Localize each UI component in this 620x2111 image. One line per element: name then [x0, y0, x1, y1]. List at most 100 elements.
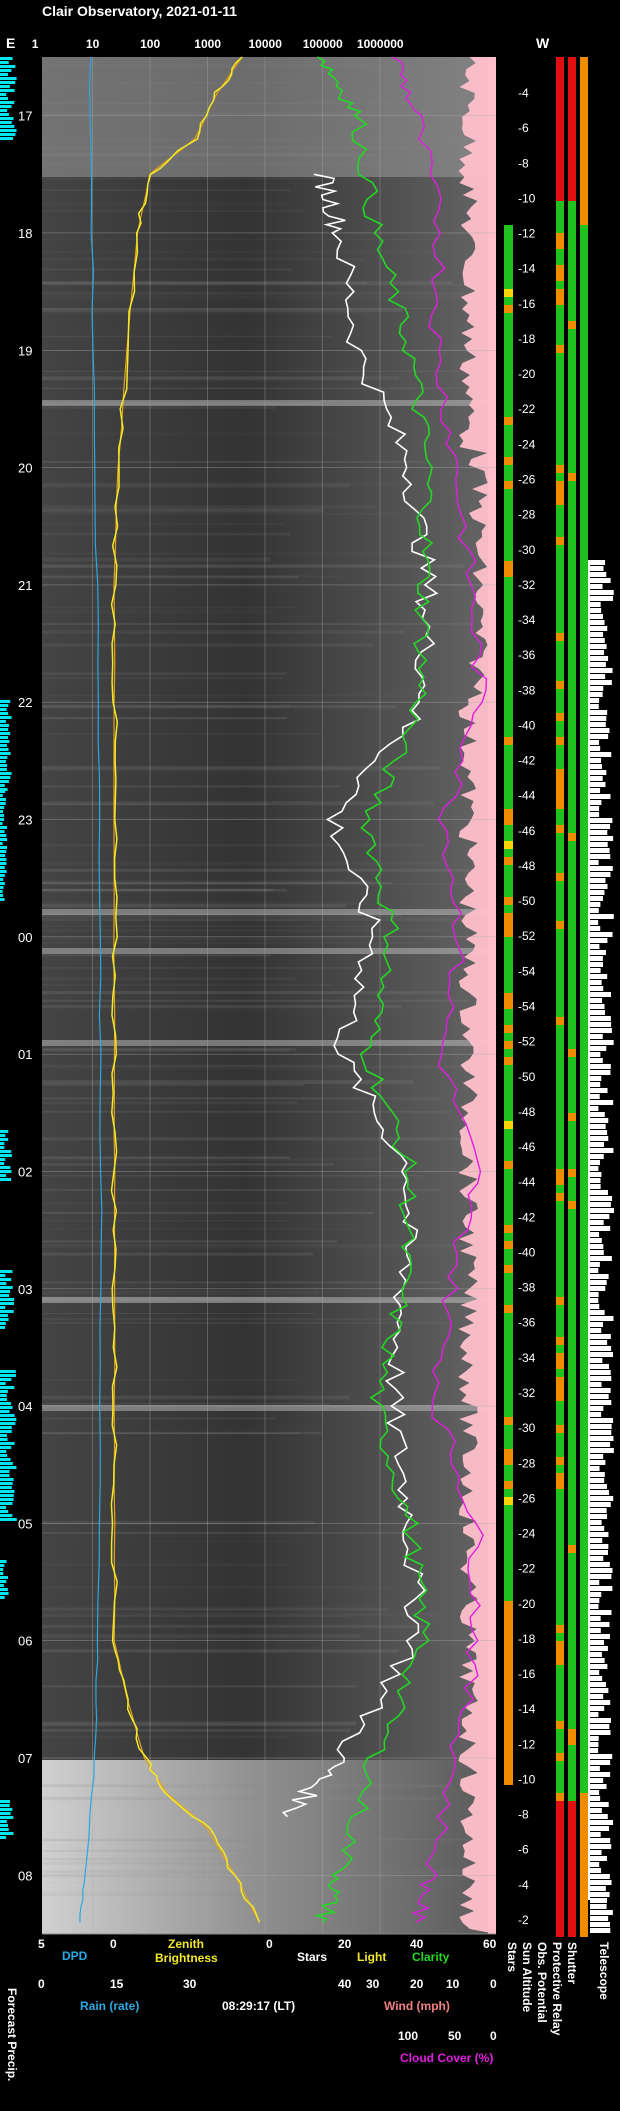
- shutter-cell: [580, 1593, 588, 1601]
- stars-cell: [504, 913, 513, 921]
- telescope-bar: [590, 902, 601, 907]
- obs-cell: [556, 1185, 564, 1193]
- shutter-cell: [580, 681, 588, 689]
- obs-cell: [556, 89, 564, 97]
- stars-cell: [504, 585, 513, 593]
- shutter-cell: [580, 585, 588, 593]
- precip-bar: [0, 1446, 12, 1449]
- stars-cell: [504, 1705, 513, 1713]
- stars-cell: [504, 1065, 513, 1073]
- telescope-bar: [590, 1640, 604, 1645]
- telescope-bar: [590, 650, 605, 655]
- shutter-cell: [580, 225, 588, 233]
- telescope-bar: [590, 1412, 602, 1417]
- relay-cell: [568, 1129, 576, 1137]
- relay-cell: [568, 1641, 576, 1649]
- stars-cell: [504, 697, 513, 705]
- shutter-cell: [580, 865, 588, 873]
- precip-bar: [0, 1836, 7, 1839]
- relay-cell: [568, 369, 576, 377]
- obs-cell: [556, 1753, 564, 1761]
- bottom-axes: 5 00 15 300 20 40 6040 30 20 10 0100 50 0 DPD Rain (…: [38, 1933, 497, 2065]
- obs-cell: [556, 1009, 564, 1017]
- telescope-bar: [590, 1280, 607, 1285]
- shutter-cell: [580, 1425, 588, 1433]
- stars-cell: [504, 985, 513, 993]
- telescope-bar: [590, 926, 601, 931]
- shutter-cell: [580, 1865, 588, 1873]
- telescope-bar: [590, 1760, 611, 1765]
- telescope-bar: [590, 1454, 604, 1459]
- shutter-cell: [580, 1673, 588, 1681]
- telescope-bar: [590, 1778, 604, 1783]
- relay-cell: [568, 585, 576, 593]
- obs-cell: [556, 1241, 564, 1249]
- telescope-bar: [590, 1106, 599, 1111]
- sun-altitude-label: -40: [518, 1245, 536, 1259]
- obs-cell: [556, 1033, 564, 1041]
- relay-cell: [568, 57, 576, 65]
- relay-cell: [568, 1161, 576, 1169]
- relay-cell: [568, 705, 576, 713]
- precip-bar: [0, 794, 3, 797]
- stars-cell: [504, 681, 513, 689]
- precip-bar: [0, 1370, 16, 1373]
- shutter-cell: [580, 1601, 588, 1609]
- telescope-bar: [590, 1496, 614, 1501]
- relay-cell: [568, 689, 576, 697]
- telescope-bar: [590, 1862, 600, 1867]
- precip-bar: [0, 1426, 12, 1429]
- shutter-cell: [580, 993, 588, 1001]
- precip-bar: [0, 1418, 17, 1421]
- precip-bar: [0, 1474, 10, 1477]
- relay-cell: [568, 1145, 576, 1153]
- shutter-cell: [580, 1001, 588, 1009]
- relay-cell: [568, 1257, 576, 1265]
- precip-bar: [0, 1572, 4, 1575]
- shutter-cell: [580, 1089, 588, 1097]
- obs-cell: [556, 633, 564, 641]
- telescope-bar: [590, 1232, 600, 1237]
- relay-cell: [568, 569, 576, 577]
- shutter-cell: [580, 1609, 588, 1617]
- label-protective-relay: Protective Relay: [550, 1942, 564, 2036]
- precip-bar: [0, 65, 16, 68]
- precip-bar: [0, 870, 7, 873]
- stars-cell: [504, 1049, 513, 1057]
- stars-cell: [504, 297, 513, 305]
- stars-cell: [504, 1281, 513, 1289]
- top-axis-tick: 10000: [249, 37, 283, 51]
- sun-altitude-label: -50: [518, 894, 536, 908]
- shutter-cell: [580, 377, 588, 385]
- obs-cell: [556, 1321, 564, 1329]
- telescope-bar: [590, 1562, 610, 1567]
- sun-altitude-label: -26: [518, 1491, 536, 1505]
- stars-cell: [504, 1513, 513, 1521]
- relay-cell: [568, 969, 576, 977]
- shutter-cell: [580, 1681, 588, 1689]
- relay-cell: [568, 745, 576, 753]
- shutter-cell: [580, 1777, 588, 1785]
- shutter-cell: [580, 425, 588, 433]
- top-axis-tick: 1: [32, 37, 39, 51]
- shutter-cell: [580, 1209, 588, 1217]
- precip-bar: [0, 1462, 13, 1465]
- time-label: 08: [18, 1868, 32, 1883]
- shutter-cell: [580, 361, 588, 369]
- obs-cell: [556, 641, 564, 649]
- obs-cell: [556, 1369, 564, 1377]
- telescope-bar: [590, 1352, 614, 1357]
- telescope-bar: [590, 1814, 608, 1819]
- bottom-axis-tick: 10: [446, 1977, 460, 1991]
- precip-bar: [0, 113, 9, 116]
- precip-bar: [0, 1510, 9, 1513]
- shutter-cell: [580, 761, 588, 769]
- telescope-bar: [590, 728, 610, 733]
- stars-cell: [504, 1505, 513, 1513]
- stars-cell: [504, 1433, 513, 1441]
- relay-cell: [568, 1457, 576, 1465]
- shutter-cell: [580, 201, 588, 209]
- sun-altitude-label: -50: [518, 1070, 536, 1084]
- obs-cell: [556, 1417, 564, 1425]
- obs-cell: [556, 1897, 564, 1905]
